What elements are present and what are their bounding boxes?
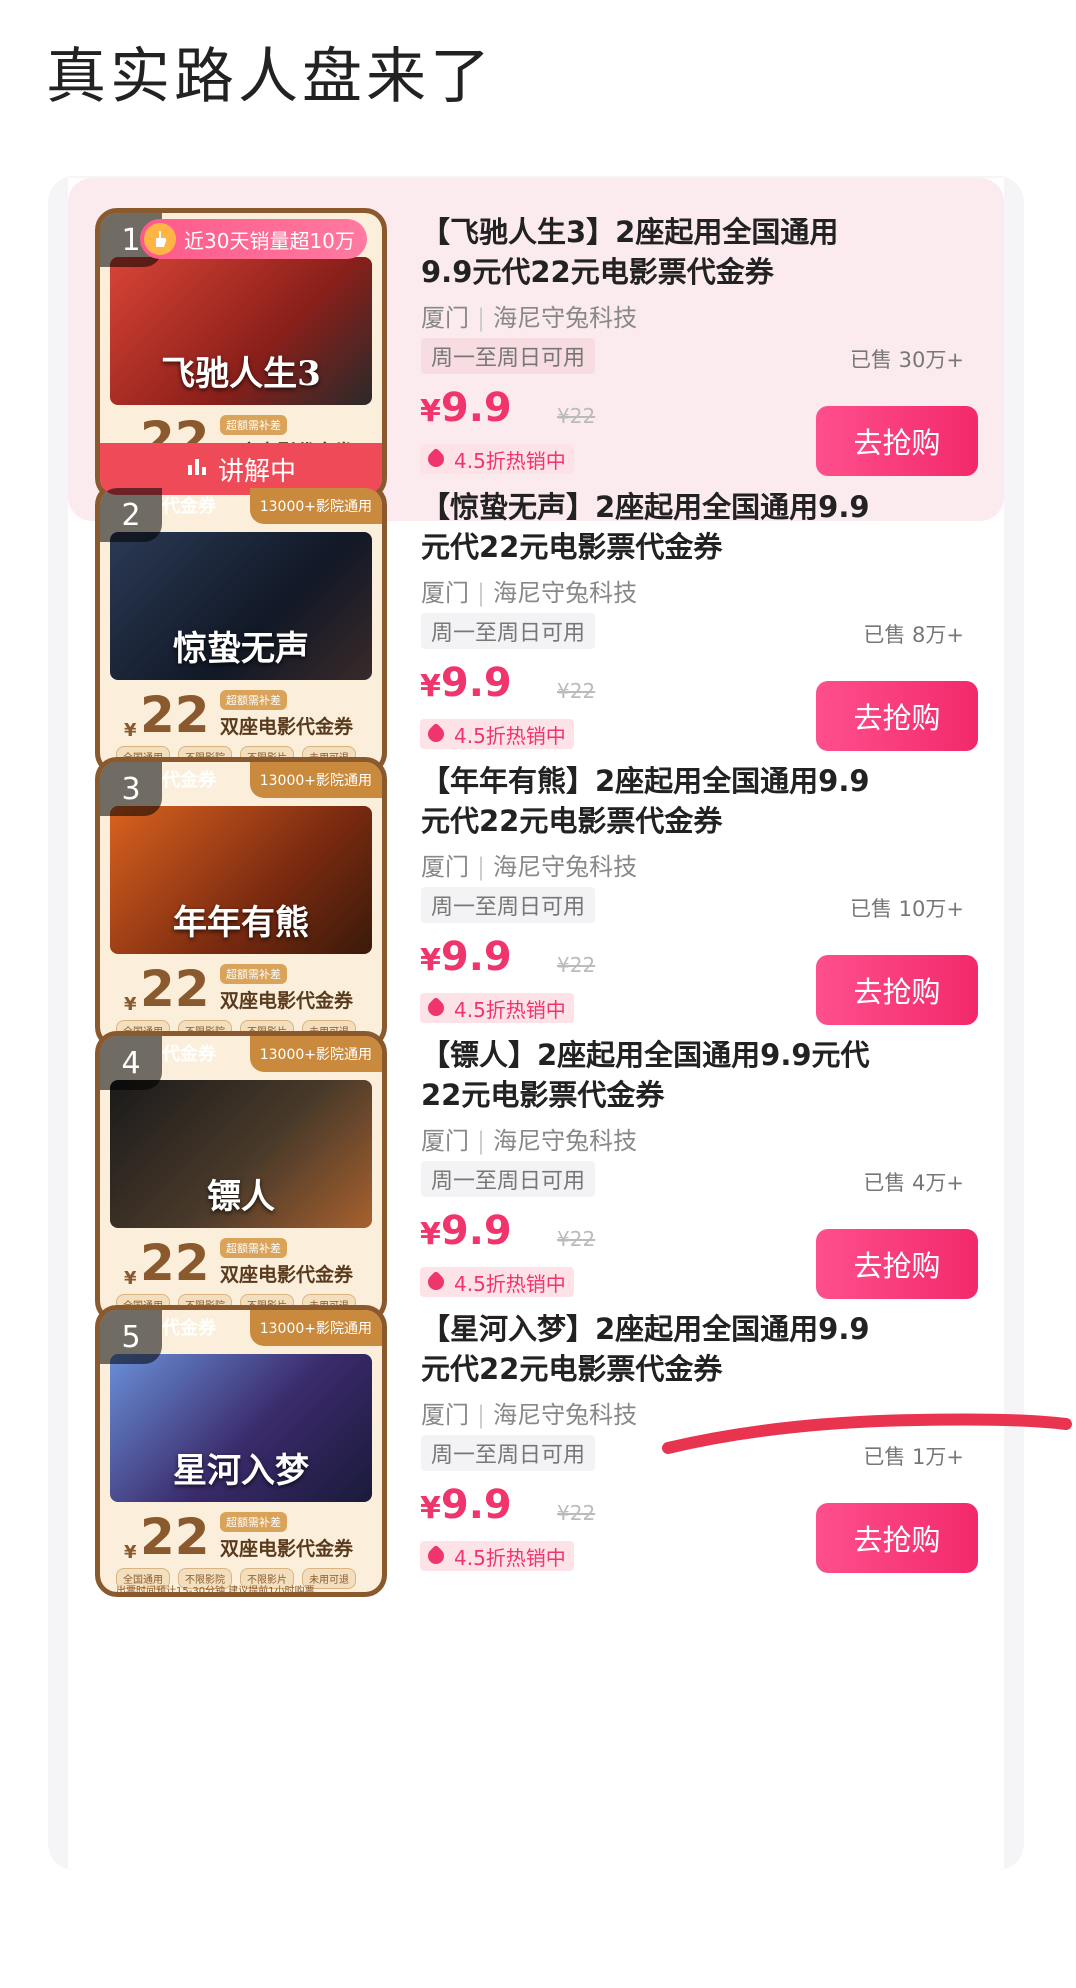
sale-price: ¥9.9 — [420, 385, 512, 431]
product-title[interactable]: 【星河入梦】2座起用全国通用9.9元代22元电影票代金券 — [421, 1309, 871, 1389]
product-title[interactable]: 【镖人】2座起用全国通用9.9元代22元电影票代金券 — [421, 1035, 871, 1115]
rank-badge: 4 — [100, 1036, 162, 1090]
buy-button[interactable]: 去抢购 — [816, 1503, 978, 1573]
product-title[interactable]: 【年年有熊】2座起用全国通用9.9元代22元电影票代金券 — [421, 761, 871, 841]
sold-count: 已售 30万+ — [850, 348, 964, 372]
merchant-info: 厦门 | 海尼守兔科技 — [421, 1401, 638, 1429]
product-title[interactable]: 【惊蛰无声】2座起用全国通用9.9元代22元电影票代金券 — [421, 487, 871, 567]
original-price: ¥22 — [557, 953, 596, 977]
sale-price: ¥9.9 — [420, 1482, 512, 1528]
cinemas-tag: 13000+影院通用 — [249, 1036, 382, 1072]
merchant-info: 厦门 | 海尼守兔科技 — [421, 853, 638, 881]
thumb-price-strip: ¥ 22 超额需补差 双座电影代金券 全国通用 不限影院 不限影片 未用可退 — [110, 1506, 372, 1592]
availability-tag: 周一至周日可用 — [421, 1161, 596, 1197]
availability-tag: 周一至周日可用 — [421, 338, 596, 374]
movie-poster: 镖人 — [110, 1080, 372, 1228]
product-title[interactable]: 【飞驰人生3】2座起用全国通用9.9元代22元电影票代金券 — [421, 212, 871, 292]
sold-count: 已售 10万+ — [850, 897, 964, 921]
merchant-info: 厦门 | 海尼守兔科技 — [421, 579, 638, 607]
availability-tag: 周一至周日可用 — [421, 613, 596, 649]
rank-badge: 2 — [100, 488, 162, 542]
original-price: ¥22 — [557, 679, 596, 703]
sale-price: ¥9.9 — [420, 1208, 512, 1254]
cinemas-tag: 13000+影院通用 — [249, 1310, 382, 1346]
sale-price: ¥9.9 — [420, 934, 512, 980]
movie-poster: 年年有熊 — [110, 806, 372, 954]
rank-badge: 5 — [100, 1310, 162, 1364]
cinemas-tag: 13000+影院通用 — [249, 762, 382, 798]
movie-poster: 星河入梦 — [110, 1354, 372, 1502]
bar-chart-icon — [186, 454, 208, 484]
discount-tag: 4.5折热销中 — [420, 1541, 574, 1571]
headline: 真实路人盘来了 — [46, 42, 494, 112]
product-thumbnail[interactable]: 1 近30天销量超10万 飞驰人生3 ¥ 22 超额需补差 双座 — [95, 208, 387, 500]
screenshot-frame: 1 近30天销量超10万 飞驰人生3 ¥ 22 超额需补差 双座 — [48, 176, 1024, 1870]
merchant-info: 厦门 | 海尼守兔科技 — [421, 1127, 638, 1155]
availability-tag: 周一至周日可用 — [421, 887, 596, 923]
cinemas-tag: 13000+影院通用 — [249, 488, 382, 524]
tag-icon — [424, 1544, 448, 1568]
sold-count: 已售 1万+ — [863, 1445, 964, 1469]
coupon-tag: 代金券 — [162, 496, 216, 517]
original-price: ¥22 — [557, 1501, 596, 1525]
merchant-info: 厦门 | 海尼守兔科技 — [421, 304, 638, 332]
rank-badge: 3 — [100, 762, 162, 816]
product-thumbnail[interactable]: 5 代金券 13000+影院通用 星河入梦 ¥ 22 超额需补差 双座电影代金券… — [95, 1305, 387, 1597]
movie-poster: 惊蛰无声 — [110, 532, 372, 680]
original-price: ¥22 — [557, 1227, 596, 1251]
thumb-note: 出票时间预计15-30分钟 建议提前1小时购票 — [116, 1586, 315, 1592]
sales-badge: 近30天销量超10万 — [140, 219, 367, 259]
coupon-tag: 代金券 — [162, 1044, 216, 1065]
sold-count: 已售 8万+ — [863, 623, 964, 647]
coupon-tag: 代金券 — [162, 770, 216, 791]
sale-price: ¥9.9 — [420, 660, 512, 706]
sold-count: 已售 4万+ — [863, 1171, 964, 1195]
availability-tag: 周一至周日可用 — [421, 1435, 596, 1471]
product-card[interactable]: 5 代金券 13000+影院通用 星河入梦 ¥ 22 超额需补差 双座电影代金券… — [68, 1275, 1004, 1618]
movie-poster: 飞驰人生3 — [110, 257, 372, 405]
product-list[interactable]: 1 近30天销量超10万 飞驰人生3 ¥ 22 超额需补差 双座 — [68, 178, 1004, 1870]
coupon-tag: 代金券 — [162, 1318, 216, 1339]
hand-icon — [144, 223, 176, 255]
original-price: ¥22 — [557, 404, 596, 428]
